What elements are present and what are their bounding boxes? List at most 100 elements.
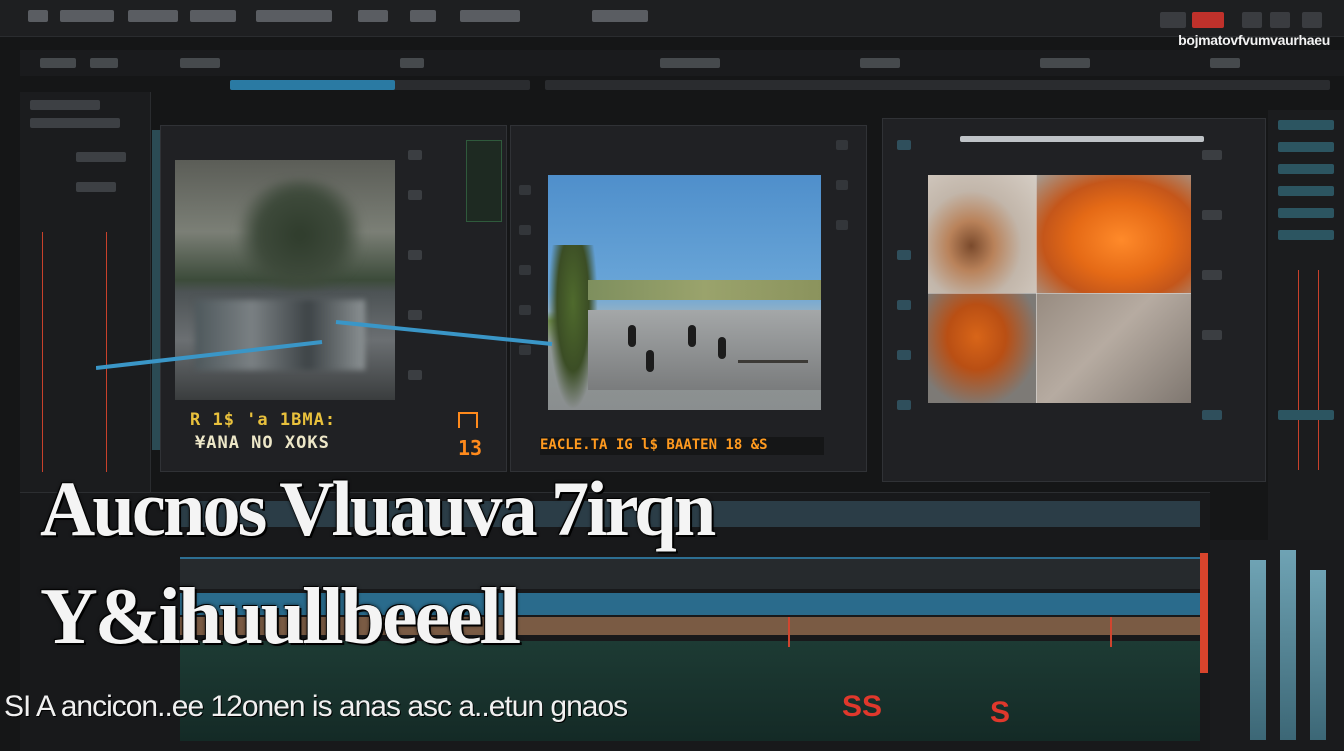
blurred-tree [235, 180, 365, 290]
menu-item[interactable] [256, 10, 332, 22]
control-button[interactable] [897, 300, 911, 310]
panel-row[interactable] [76, 152, 126, 162]
quadrant-top-left [928, 175, 1036, 293]
control-button[interactable] [519, 265, 531, 275]
tool-button[interactable] [1040, 58, 1090, 68]
property-row[interactable] [1278, 142, 1334, 152]
overlay-title-line2: Y&ihuullbeeell [40, 573, 521, 661]
control-button[interactable] [897, 350, 911, 360]
control-button[interactable] [836, 180, 848, 190]
menu-item[interactable] [592, 10, 648, 22]
control-button[interactable] [519, 185, 531, 195]
control-button[interactable] [1202, 330, 1222, 340]
brand-label: bojmatovfvumvaurhaeu [1178, 32, 1330, 48]
property-row[interactable] [1278, 230, 1334, 240]
more-button[interactable] [1302, 12, 1322, 28]
grid-divider [928, 293, 1191, 294]
timeline-marker [788, 617, 790, 647]
quadrant-bottom-left [928, 293, 1036, 403]
tool-button[interactable] [660, 58, 720, 68]
overlay-title-line1: Aucnos Vluauva 7irqn [40, 465, 716, 552]
control-button[interactable] [897, 250, 911, 260]
control-button[interactable] [408, 190, 422, 200]
overlay-subtitle: SI A ancicon..ee 12onen is anas asc a..e… [4, 690, 628, 723]
property-row[interactable] [1278, 186, 1334, 196]
center-caption: EACLE.TA IG l$ BAATEN 18 &S [540, 437, 824, 455]
control-button[interactable] [836, 140, 848, 150]
playhead[interactable] [1200, 553, 1208, 673]
control-button[interactable] [519, 225, 531, 235]
menu-item[interactable] [358, 10, 388, 22]
quadrant-top-right [1036, 175, 1191, 293]
red-guide [42, 232, 43, 472]
left-viewer-side-controls [400, 130, 450, 460]
person-silhouette [718, 337, 726, 359]
control-button[interactable] [1202, 150, 1222, 160]
panel-row[interactable] [30, 118, 120, 128]
menu-item[interactable] [60, 10, 114, 22]
tool-button[interactable] [90, 58, 118, 68]
quadrant-bottom-right [1036, 293, 1191, 403]
scrub-bar[interactable] [545, 80, 1330, 90]
audio-meter-panel [1210, 540, 1344, 750]
red-guide [1298, 270, 1299, 470]
toolbar [20, 50, 1344, 76]
green-indicator-stack [466, 140, 502, 222]
meter-bar [1250, 560, 1266, 740]
property-row[interactable] [1278, 120, 1334, 130]
expand-button[interactable] [1270, 12, 1290, 28]
right-viewer-scrubber[interactable] [960, 136, 1204, 142]
menu-item[interactable] [460, 10, 520, 22]
person-silhouette [628, 325, 636, 347]
control-button[interactable] [897, 400, 911, 410]
menu-item[interactable] [410, 10, 436, 22]
center-left-controls [515, 175, 537, 415]
control-button[interactable] [897, 140, 911, 150]
control-button[interactable] [836, 220, 848, 230]
meter-bar [1310, 570, 1326, 740]
panel-row[interactable] [76, 182, 116, 192]
left-caption-line1: R 1$ 'a 1BMA: [190, 410, 337, 430]
tool-button[interactable] [40, 58, 76, 68]
settings-button[interactable] [1242, 12, 1262, 28]
bench-structure [738, 360, 808, 383]
property-row[interactable] [1278, 410, 1334, 420]
timeline-marker-label: SS [842, 690, 883, 723]
control-button[interactable] [1202, 210, 1222, 220]
property-row[interactable] [1278, 208, 1334, 218]
tool-button[interactable] [860, 58, 900, 68]
scrub-bar[interactable] [230, 80, 530, 90]
right-viewer-tools [1196, 150, 1230, 450]
center-viewer-frame[interactable] [548, 175, 821, 410]
tool-button[interactable] [400, 58, 424, 68]
minimize-button[interactable] [1160, 12, 1186, 28]
scrub-progress [230, 80, 395, 90]
person-silhouette [646, 350, 654, 372]
right-viewer-side-controls [893, 130, 921, 430]
menu-item[interactable] [190, 10, 236, 22]
property-row[interactable] [1278, 164, 1334, 174]
center-right-controls [830, 130, 860, 460]
control-button[interactable] [1202, 270, 1222, 280]
menu-bar [0, 0, 1344, 37]
panel-row[interactable] [30, 100, 100, 110]
tool-button[interactable] [180, 58, 220, 68]
frame-number: 13 [458, 436, 483, 460]
tool-button[interactable] [1210, 58, 1240, 68]
person-silhouette [688, 325, 696, 347]
orange-bracket-icon [458, 412, 478, 428]
timeline-marker [1110, 617, 1112, 647]
control-button[interactable] [519, 305, 531, 315]
left-caption-line2: ¥ANA NO XOKS [195, 433, 330, 453]
meter-bar [1280, 550, 1296, 740]
menu-item[interactable] [128, 10, 178, 22]
red-guide [1318, 270, 1319, 470]
right-viewer-frame[interactable] [928, 175, 1191, 403]
close-button[interactable] [1192, 12, 1224, 28]
control-button[interactable] [1202, 410, 1222, 420]
menu-item[interactable] [28, 10, 48, 22]
grid-divider [1036, 175, 1037, 403]
distant-hills [588, 280, 821, 300]
control-button[interactable] [408, 250, 422, 260]
control-button[interactable] [408, 150, 422, 160]
